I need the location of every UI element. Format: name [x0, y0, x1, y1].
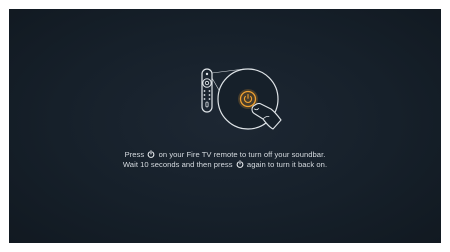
- instruction-line-2: Wait 10 seconds and then press again to …: [9, 160, 441, 170]
- instruction-line-1-end: on your Fire TV remote to turn off your …: [158, 150, 326, 159]
- soundbar-restart-screen: Press on your Fire TV remote to turn off…: [9, 9, 441, 243]
- instruction-line-1-start: Press: [124, 150, 145, 159]
- instruction-line-2-start: Wait 10 seconds and then press: [122, 160, 233, 169]
- power-icon: [148, 150, 155, 158]
- instruction-line-2-end: again to turn it back on.: [246, 160, 328, 169]
- fire-tv-remote-icon: [201, 68, 213, 113]
- remote-power-illustration: [201, 68, 282, 130]
- instruction-line-1: Press on your Fire TV remote to turn off…: [9, 150, 441, 160]
- power-icon: [236, 160, 244, 168]
- instructions-text: Press on your Fire TV remote to turn off…: [9, 150, 441, 170]
